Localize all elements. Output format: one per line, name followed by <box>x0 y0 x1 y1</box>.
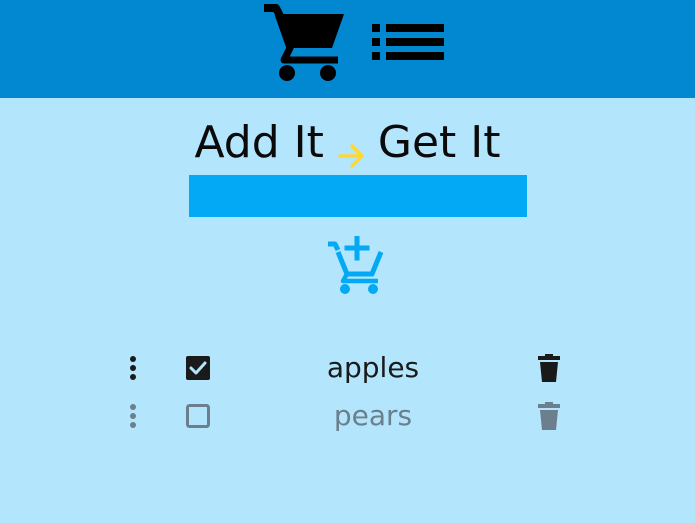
list-item: apples <box>0 346 695 390</box>
title-get-it: Get It <box>377 117 501 168</box>
drag-handle-icon[interactable] <box>126 402 140 430</box>
item-label: apples <box>326 351 420 384</box>
drag-handle-icon[interactable] <box>126 354 140 382</box>
list-icon[interactable] <box>370 22 446 62</box>
item-label: pears <box>333 399 413 432</box>
trash-icon[interactable] <box>536 400 562 432</box>
new-item-input[interactable] <box>189 175 527 217</box>
checkbox-unchecked-icon[interactable] <box>184 402 212 430</box>
checkbox-checked-icon[interactable] <box>184 354 212 382</box>
add-to-cart-icon[interactable] <box>326 235 386 296</box>
list-item: pears <box>0 394 695 438</box>
title-add-it: Add It <box>194 117 324 168</box>
top-app-bar <box>0 0 695 98</box>
shopping-cart-icon[interactable] <box>262 2 346 84</box>
trash-icon[interactable] <box>536 352 562 384</box>
page-title: Add It Get It <box>0 112 695 174</box>
arrow-right-icon <box>338 126 366 168</box>
